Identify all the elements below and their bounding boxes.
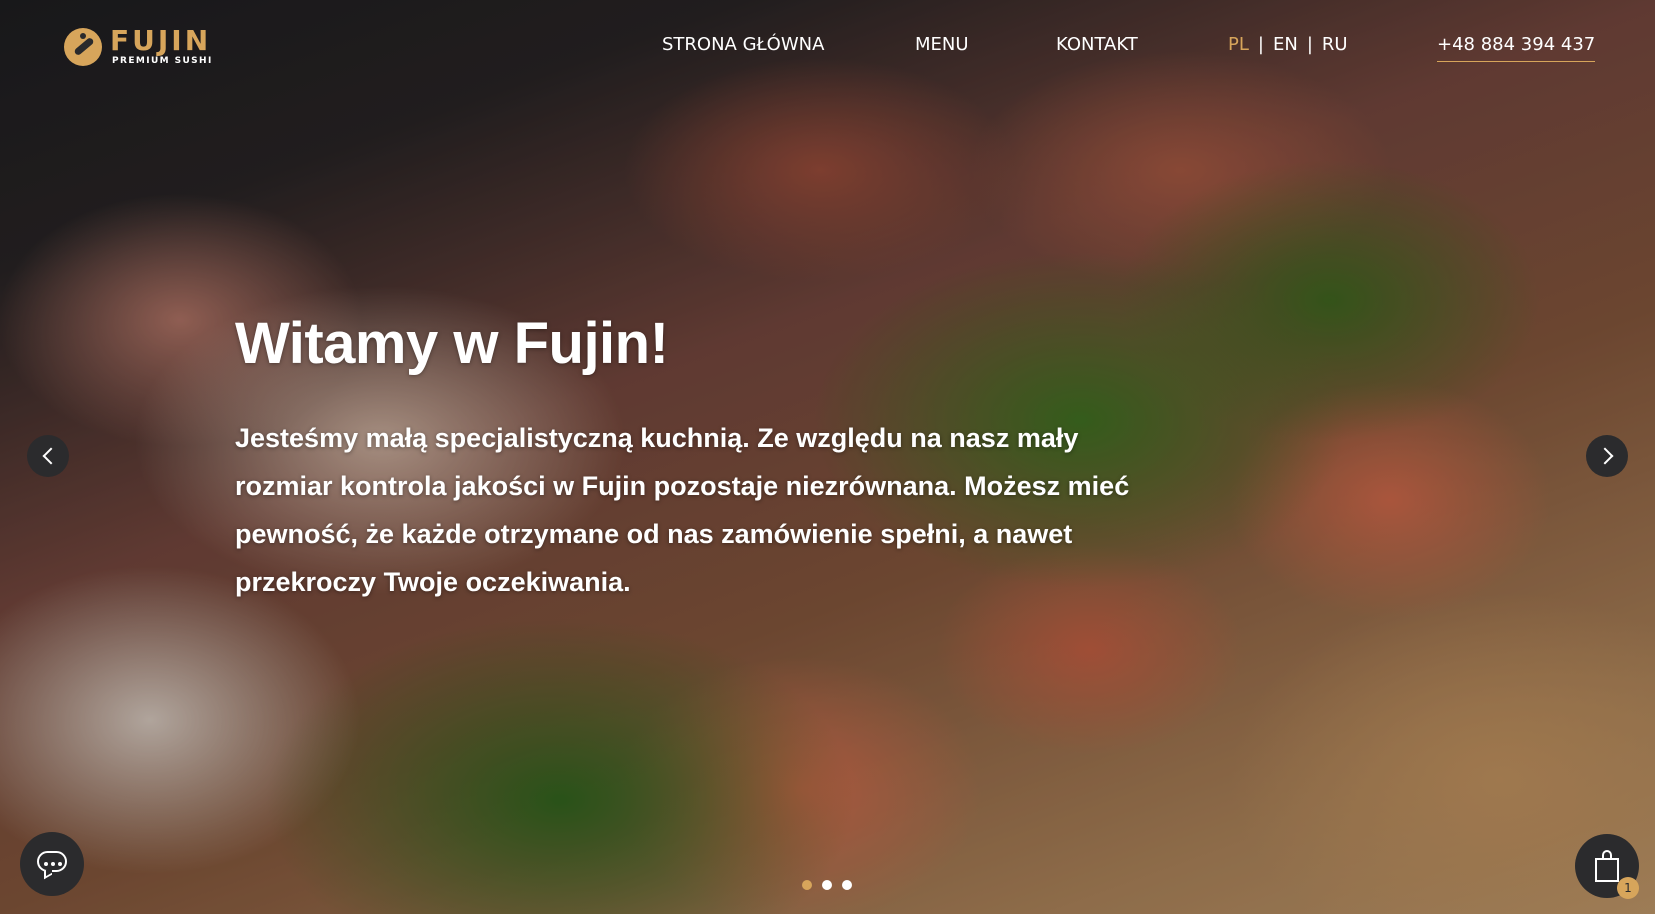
- chat-dots-icon: [44, 860, 65, 868]
- carousel-pagination: [802, 880, 852, 890]
- hero-title: Witamy w Fujin!: [235, 311, 669, 376]
- carousel-dot-2[interactable]: [822, 880, 832, 890]
- logo-mark-icon: [64, 28, 102, 66]
- language-switcher: PL | EN | RU: [1228, 34, 1348, 55]
- nav-link-menu[interactable]: MENU: [915, 34, 969, 55]
- chat-button[interactable]: [20, 832, 84, 896]
- phone-link[interactable]: +48 884 394 437: [1437, 34, 1596, 62]
- language-ru[interactable]: RU: [1322, 34, 1348, 55]
- language-en[interactable]: EN: [1273, 34, 1298, 55]
- language-separator: |: [1306, 34, 1313, 55]
- language-separator: |: [1257, 34, 1264, 55]
- cart-count-badge: 1: [1617, 877, 1639, 899]
- logo-tagline: PREMIUM SUSHI: [112, 56, 213, 66]
- hero-description: Jesteśmy małą specjalistyczną kuchnią. Z…: [235, 423, 1130, 597]
- nav-link-home[interactable]: STRONA GŁÓWNA: [662, 34, 824, 55]
- logo-wordmark: FUJIN: [110, 24, 212, 57]
- cart-button[interactable]: 1: [1575, 834, 1639, 899]
- language-pl[interactable]: PL: [1228, 34, 1249, 55]
- fujin-logo[interactable]: FUJIN PREMIUM SUSHI: [64, 24, 214, 68]
- shopping-bag-icon: [1595, 850, 1619, 882]
- nav-link-contact[interactable]: KONTAKT: [1056, 34, 1138, 55]
- carousel-next-button[interactable]: [1586, 435, 1628, 477]
- carousel-prev-button[interactable]: [27, 435, 69, 477]
- carousel-dot-3[interactable]: [842, 880, 852, 890]
- carousel-dot-1[interactable]: [802, 880, 812, 890]
